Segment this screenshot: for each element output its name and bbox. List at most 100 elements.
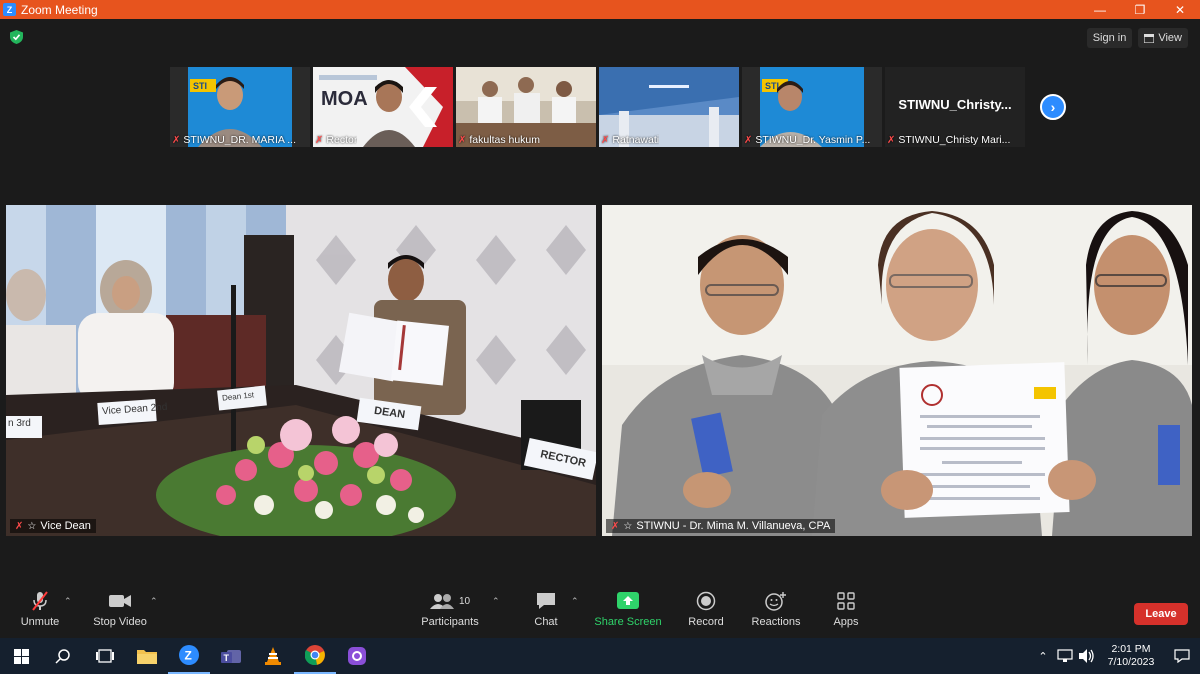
participants-label: Participants: [421, 616, 479, 628]
participant-thumbnail[interactable]: ✗ fakultas hukum: [456, 67, 596, 147]
participant-name-label: ✗ Ratnawati: [601, 134, 659, 146]
volume-button[interactable]: [1076, 638, 1098, 674]
chevron-up-icon: ⌃: [64, 596, 72, 606]
video-name-label: ✗ ☆ STIWNU - Dr. Mima M. Villanueva, CPA: [606, 519, 836, 533]
placard-text: n 3rd: [8, 418, 31, 429]
file-explorer-button[interactable]: [126, 638, 168, 674]
search-icon: [55, 649, 70, 664]
pin-icon: ☆: [27, 520, 37, 532]
video-camera-icon: [109, 590, 131, 612]
svg-text:Z: Z: [185, 649, 192, 663]
windows-taskbar: Z T ⌃ 2:01 PM 7/10/2023: [0, 638, 1200, 674]
muted-mic-icon: ✗: [601, 134, 610, 146]
main-video-left[interactable]: n 3rd Vice Dean 2nd Dean 1st DEAN RECTOR…: [6, 205, 596, 536]
participant-name: STIWNU_Dr. Yasmin P...: [755, 134, 871, 146]
vlc-taskbar-button[interactable]: [252, 638, 294, 674]
minimize-icon: —: [1094, 2, 1106, 17]
chat-options-caret[interactable]: ⌃: [571, 596, 579, 607]
taskbar-clock[interactable]: 2:01 PM 7/10/2023: [1098, 643, 1164, 669]
muted-microphone-icon: [32, 590, 48, 612]
share-screen-icon: [617, 590, 639, 612]
purple-app-icon: [348, 647, 366, 665]
participant-display-name: STIWNU_Christy...: [898, 97, 1012, 112]
svg-text:T: T: [224, 653, 230, 663]
chevron-up-icon: ⌃: [571, 596, 579, 606]
reactions-button[interactable]: Reactions: [736, 590, 816, 628]
start-button[interactable]: [0, 638, 42, 674]
network-button[interactable]: [1054, 638, 1076, 674]
speaker-icon: [1079, 649, 1094, 663]
system-tray: ⌃ 2:01 PM 7/10/2023: [1032, 638, 1200, 674]
minimize-button[interactable]: —: [1080, 0, 1120, 19]
zoom-logo-icon: Z: [3, 3, 16, 16]
zoom-taskbar-button[interactable]: Z: [168, 638, 210, 674]
record-label: Record: [688, 616, 724, 628]
participants-options-caret[interactable]: ⌃: [492, 596, 500, 607]
notifications-button[interactable]: [1164, 638, 1200, 674]
participant-name: STIWNU_DR. MARIA ...: [183, 134, 296, 146]
participant-name: Ratnawati: [612, 134, 660, 146]
participant-thumbnail[interactable]: ✗ Ratnawati: [599, 67, 739, 147]
leave-button[interactable]: Leave: [1134, 603, 1188, 625]
next-page-button[interactable]: ›: [1040, 94, 1066, 120]
unmute-label: Unmute: [20, 616, 60, 628]
leave-label: Leave: [1145, 608, 1177, 620]
apps-button[interactable]: Apps: [806, 590, 886, 628]
muted-mic-icon: ✗: [887, 134, 896, 146]
notification-icon: [1174, 649, 1190, 663]
participant-name-label: ✗ STIWNU_Christy Mari...: [887, 134, 1010, 146]
participant-thumbnail-strip: STI ✗STIWNU_DR. MARIA ... MOA ✗Rector: [170, 67, 1025, 147]
top-right-controls: Sign in View: [1086, 28, 1188, 48]
windows-logo-icon: [13, 648, 29, 664]
chat-bubble-icon: [536, 590, 556, 612]
close-button[interactable]: ✕: [1160, 0, 1200, 19]
vlc-cone-icon: [265, 647, 281, 665]
clock-time: 2:01 PM: [1111, 643, 1151, 655]
teams-app-icon: T: [221, 650, 241, 663]
share-screen-label: Share Screen: [594, 616, 662, 628]
chrome-taskbar-button[interactable]: [294, 638, 336, 674]
participant-name: Vice Dean: [40, 520, 91, 532]
view-button[interactable]: View: [1138, 28, 1188, 48]
record-button[interactable]: Record: [666, 590, 746, 628]
audio-options-caret[interactable]: ⌃: [64, 596, 72, 607]
sign-in-label: Sign in: [1092, 32, 1127, 44]
sign-in-button[interactable]: Sign in: [1086, 28, 1133, 48]
participant-thumbnail[interactable]: STI ✗ STIWNU_DR. MARIA ...: [170, 67, 310, 147]
participant-thumbnail[interactable]: STIWNU_Christy... ✗ STIWNU_Christy Mari..…: [885, 67, 1025, 147]
meeting-toolbar: Unmute ⌃ Stop Video ⌃ 10 Participants ⌃ …: [0, 590, 1200, 638]
task-view-icon: [96, 649, 114, 663]
video-options-caret[interactable]: ⌃: [150, 596, 158, 607]
security-shield-icon[interactable]: [10, 30, 23, 44]
teams-taskbar-button[interactable]: T: [210, 638, 252, 674]
video-feed-scene: [602, 205, 1192, 536]
show-hidden-icons-button[interactable]: ⌃: [1032, 638, 1054, 674]
chrome-icon: [305, 645, 325, 665]
apps-icon: [837, 590, 855, 612]
title-bar: Z Zoom Meeting — ❐ ✕: [0, 0, 1200, 19]
svg-text:STI: STI: [193, 81, 207, 91]
clock-date: 7/10/2023: [1107, 656, 1155, 668]
participant-thumbnail[interactable]: STI ✗ STIWNU_Dr. Yasmin P...: [742, 67, 882, 147]
main-video-right[interactable]: ✗ ☆ STIWNU - Dr. Mima M. Villanueva, CPA: [602, 205, 1192, 536]
network-icon: [1057, 649, 1073, 662]
task-view-button[interactable]: [84, 638, 126, 674]
participant-name-label: ✗ Rector: [315, 134, 357, 146]
muted-mic-icon: ✗: [172, 134, 181, 146]
stop-video-button[interactable]: Stop Video: [80, 590, 160, 628]
participants-count: 10: [458, 595, 471, 607]
muted-mic-icon: ✗: [15, 520, 24, 532]
video-name-label: ✗ ☆ Vice Dean: [10, 519, 96, 533]
folder-icon: [137, 650, 157, 664]
restore-button[interactable]: ❐: [1120, 0, 1160, 19]
participant-thumbnail[interactable]: MOA ✗ Rector: [313, 67, 453, 147]
app-taskbar-button[interactable]: [336, 638, 378, 674]
share-screen-button[interactable]: Share Screen: [588, 590, 668, 628]
taskbar-search-button[interactable]: [42, 638, 84, 674]
view-label: View: [1158, 32, 1182, 44]
restore-icon: ❐: [1134, 2, 1146, 17]
muted-mic-icon: ✗: [611, 520, 620, 532]
participants-button[interactable]: 10 Participants: [410, 590, 490, 628]
record-icon: [696, 590, 716, 612]
participant-name: Rector: [326, 134, 358, 146]
